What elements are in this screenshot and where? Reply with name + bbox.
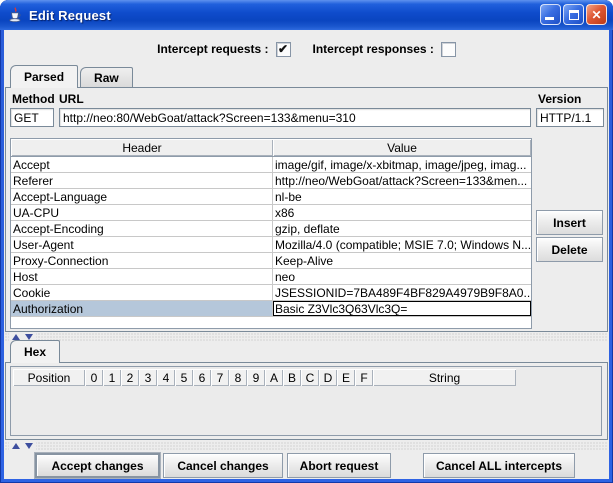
close-button[interactable]: ✕: [586, 4, 607, 25]
insert-button[interactable]: Insert: [536, 210, 603, 235]
value-cell[interactable]: Mozilla/4.0 (compatible; MSIE 7.0; Windo…: [273, 237, 531, 252]
request-tabpane: Parsed Raw Method URL Version GET http:/…: [5, 66, 608, 332]
parsed-tab-content: Method URL Version GET http://neo:80/Web…: [5, 87, 608, 332]
header-column-title[interactable]: Header: [11, 139, 273, 156]
headers-table-body: Acceptimage/gif, image/x-xbitmap, image/…: [11, 157, 531, 328]
value-cell[interactable]: image/gif, image/x-xbitmap, image/jpeg, …: [273, 157, 531, 172]
dialog-content: Intercept requests : ✔ Intercept respons…: [4, 30, 609, 479]
hex-position-column[interactable]: Position: [13, 369, 85, 386]
edit-request-window: Edit Request ✕ Intercept requests : ✔ In…: [0, 0, 613, 483]
minimize-icon: [545, 17, 554, 20]
cancel-all-intercepts-button[interactable]: Cancel ALL intercepts: [423, 453, 575, 478]
cancel-changes-button[interactable]: Cancel changes: [163, 453, 283, 478]
hex-nibble-column[interactable]: C: [301, 369, 319, 386]
divider-arrows: [9, 442, 36, 450]
value-cell[interactable]: Keep-Alive: [273, 253, 531, 268]
close-icon: ✕: [591, 8, 601, 22]
table-row[interactable]: UA-CPUx86: [11, 205, 531, 221]
value-cell[interactable]: http://neo/WebGoat/attack?Screen=133&men…: [273, 173, 531, 188]
abort-request-button[interactable]: Abort request: [287, 453, 391, 478]
hex-nibble-column[interactable]: F: [355, 369, 373, 386]
hex-header-row: Position0123456789ABCDEFString: [13, 369, 516, 386]
table-row[interactable]: Hostneo: [11, 269, 531, 285]
table-row[interactable]: Refererhttp://neo/WebGoat/attack?Screen=…: [11, 173, 531, 189]
maximize-icon: [569, 10, 579, 20]
hex-nibble-column[interactable]: D: [319, 369, 337, 386]
table-row[interactable]: User-AgentMozilla/4.0 (compatible; MSIE …: [11, 237, 531, 253]
header-cell[interactable]: Proxy-Connection: [11, 253, 273, 268]
hex-nibble-column[interactable]: 4: [157, 369, 175, 386]
hex-nibble-column[interactable]: 9: [247, 369, 265, 386]
hex-nibble-column[interactable]: 1: [103, 369, 121, 386]
hex-nibble-column[interactable]: 8: [229, 369, 247, 386]
minimize-button[interactable]: [540, 4, 561, 25]
hex-table: Position0123456789ABCDEFString: [10, 366, 602, 436]
table-row[interactable]: AuthorizationBasic Z3Vlc3Q63Vlc3Q=: [11, 301, 531, 317]
table-row[interactable]: CookieJSESSIONID=7BA489F4BF829A4979B9F8A…: [11, 285, 531, 301]
hex-tabs: Hex: [5, 341, 608, 362]
intercept-responses-label: Intercept responses :: [313, 42, 434, 56]
table-row[interactable]: Accept-Languagenl-be: [11, 189, 531, 205]
hex-nibble-column[interactable]: 3: [139, 369, 157, 386]
split-divider-bottom[interactable]: [5, 442, 608, 450]
title-bar[interactable]: Edit Request ✕: [0, 0, 613, 30]
delete-button[interactable]: Delete: [536, 237, 603, 262]
hex-nibble-column[interactable]: 6: [193, 369, 211, 386]
value-cell[interactable]: JSESSIONID=7BA489F4BF829A4979B9F8A0...: [273, 285, 531, 300]
hex-nibble-column[interactable]: 2: [121, 369, 139, 386]
headers-table-header: Header Value: [11, 139, 531, 157]
header-cell[interactable]: Host: [11, 269, 273, 284]
hex-string-column[interactable]: String: [373, 369, 516, 386]
intercept-requests-label: Intercept requests :: [157, 42, 268, 56]
hex-nibble-column[interactable]: A: [265, 369, 283, 386]
header-cell[interactable]: Referer: [11, 173, 273, 188]
header-cell[interactable]: Accept: [11, 157, 273, 172]
value-cell[interactable]: nl-be: [273, 189, 531, 204]
url-input[interactable]: http://neo:80/WebGoat/attack?Screen=133&…: [59, 108, 531, 127]
hex-nibble-column[interactable]: 7: [211, 369, 229, 386]
header-cell[interactable]: UA-CPU: [11, 205, 273, 220]
header-cell[interactable]: User-Agent: [11, 237, 273, 252]
headers-table: Header Value Acceptimage/gif, image/x-xb…: [10, 138, 532, 329]
java-icon: [7, 7, 23, 23]
table-row[interactable]: Accept-Encodinggzip, deflate: [11, 221, 531, 237]
intercept-requests-checkbox[interactable]: ✔: [276, 42, 291, 57]
hex-nibble-column[interactable]: 0: [85, 369, 103, 386]
tab-hex[interactable]: Hex: [10, 340, 60, 363]
check-icon: ✔: [278, 43, 288, 55]
maximize-button[interactable]: [563, 4, 584, 25]
tab-raw[interactable]: Raw: [80, 67, 133, 87]
hex-tabpane: Hex Position0123456789ABCDEFString: [5, 341, 608, 440]
header-cell[interactable]: Authorization: [11, 301, 273, 316]
header-cell[interactable]: Accept-Encoding: [11, 221, 273, 236]
url-label: URL: [59, 92, 84, 106]
version-input[interactable]: HTTP/1.1: [536, 108, 604, 127]
tab-parsed[interactable]: Parsed: [10, 65, 78, 88]
table-row[interactable]: Proxy-ConnectionKeep-Alive: [11, 253, 531, 269]
accept-changes-button[interactable]: Accept changes: [35, 453, 160, 478]
hex-nibble-column[interactable]: 5: [175, 369, 193, 386]
version-label: Version: [538, 92, 581, 106]
table-row[interactable]: Acceptimage/gif, image/x-xbitmap, image/…: [11, 157, 531, 173]
value-cell[interactable]: gzip, deflate: [273, 221, 531, 236]
value-cell[interactable]: x86: [273, 205, 531, 220]
window-title: Edit Request: [29, 8, 111, 23]
header-cell[interactable]: Cookie: [11, 285, 273, 300]
window-controls: ✕: [540, 4, 607, 25]
value-cell[interactable]: neo: [273, 269, 531, 284]
request-tabs: Parsed Raw: [5, 66, 608, 87]
hex-nibble-column[interactable]: E: [337, 369, 355, 386]
hex-nibble-column[interactable]: B: [283, 369, 301, 386]
collapse-up-icon[interactable]: [12, 443, 20, 449]
method-label: Method: [12, 92, 55, 106]
split-divider-top[interactable]: [5, 333, 608, 341]
intercept-responses-checkbox[interactable]: ✔: [441, 42, 456, 57]
value-cell-editor[interactable]: Basic Z3Vlc3Q63Vlc3Q=: [273, 301, 531, 316]
hex-tab-content: Position0123456789ABCDEFString: [5, 362, 608, 440]
intercept-options-row: Intercept requests : ✔ Intercept respons…: [4, 39, 609, 59]
header-cell[interactable]: Accept-Language: [11, 189, 273, 204]
value-column-title[interactable]: Value: [273, 139, 531, 156]
expand-down-icon[interactable]: [25, 443, 33, 449]
method-input[interactable]: GET: [10, 108, 54, 127]
